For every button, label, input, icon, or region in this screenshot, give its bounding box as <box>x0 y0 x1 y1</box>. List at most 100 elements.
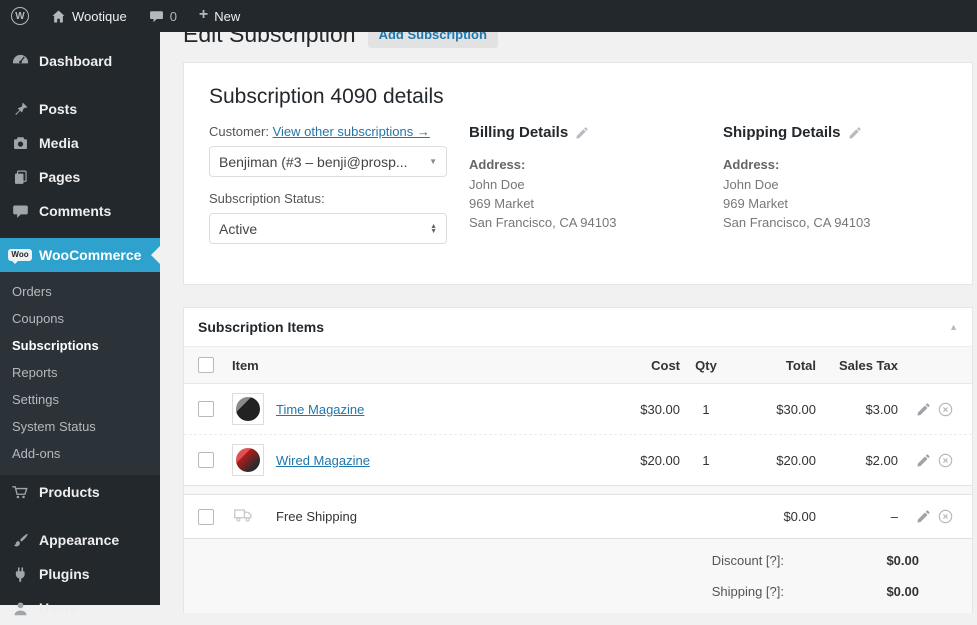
sidebar-item-label: WooCommerce <box>39 247 141 263</box>
pin-icon <box>10 99 30 119</box>
item-total: $30.00 <box>732 402 816 417</box>
sidebar-item-appearance[interactable]: Appearance <box>0 523 160 557</box>
billing-address-line: San Francisco, CA 94103 <box>469 213 723 232</box>
sidebar-item-label: Appearance <box>39 532 119 548</box>
status-label: Subscription Status: <box>209 191 469 206</box>
comments-admin-bar-link[interactable]: 0 <box>138 0 188 32</box>
delete-item-icon[interactable] <box>937 508 954 525</box>
subscription-items-header: Subscription Items ▲ <box>184 308 972 347</box>
sidebar-item-posts[interactable]: Posts <box>0 92 160 126</box>
wordpress-logo-menu[interactable]: W <box>0 0 40 32</box>
select-all-checkbox[interactable] <box>198 357 214 373</box>
shipping-truck-icon <box>232 504 276 529</box>
submenu-item-add-ons[interactable]: Add-ons <box>0 440 160 467</box>
edit-item-pencil-icon[interactable] <box>916 453 931 468</box>
delete-item-icon[interactable] <box>937 452 954 469</box>
item-cost: $30.00 <box>608 402 680 417</box>
item-qty: 1 <box>680 402 732 417</box>
comments-icon <box>10 201 30 221</box>
shipping-details-column: Shipping Details Address: John Doe 969 M… <box>723 124 947 258</box>
sidebar-item-dashboard[interactable]: Dashboard <box>0 44 160 78</box>
product-link[interactable]: Wired Magazine <box>276 453 370 468</box>
customer-select[interactable]: Benjiman (#3 – benji@prosp... ▼ <box>209 146 447 177</box>
admin-sidebar: Dashboard Posts Media Pages Comments Woo… <box>0 32 160 605</box>
site-name-link[interactable]: Wootique <box>40 0 138 32</box>
sidebar-item-label: Products <box>39 484 100 500</box>
view-other-subscriptions-link[interactable]: View other subscriptions → <box>273 124 430 139</box>
customer-column: Customer: View other subscriptions → Ben… <box>209 124 469 258</box>
submenu-item-settings[interactable]: Settings <box>0 386 160 413</box>
subscription-details-title: Subscription 4090 details <box>209 85 947 109</box>
new-content-menu[interactable]: + New <box>188 0 251 32</box>
billing-details-column: Billing Details Address: John Doe 969 Ma… <box>469 124 723 258</box>
column-item: Item <box>232 358 608 373</box>
submenu-item-subscriptions[interactable]: Subscriptions <box>0 332 160 359</box>
submenu-item-reports[interactable]: Reports <box>0 359 160 386</box>
shipping-address-label: Address: <box>723 157 947 172</box>
plus-icon: + <box>199 7 208 23</box>
shipping-method-name: Free Shipping <box>276 509 357 524</box>
item-qty: 1 <box>680 453 732 468</box>
submenu-item-orders[interactable]: Orders <box>0 278 160 305</box>
column-qty: Qty <box>680 358 732 373</box>
sidebar-item-plugins[interactable]: Plugins <box>0 557 160 591</box>
edit-item-pencil-icon[interactable] <box>916 402 931 417</box>
sidebar-item-woocommerce[interactable]: Woo WooCommerce <box>0 238 160 272</box>
new-label: New <box>214 9 240 24</box>
comment-bubble-icon <box>149 9 164 24</box>
customer-select-value: Benjiman (#3 – benji@prosp... <box>219 154 408 170</box>
product-thumbnail <box>232 444 276 476</box>
submenu-item-system-status[interactable]: System Status <box>0 413 160 440</box>
row-checkbox[interactable] <box>198 401 214 417</box>
wordpress-logo-icon: W <box>11 7 29 25</box>
product-thumbnail <box>232 393 276 425</box>
discount-label[interactable]: Discount [?]: <box>712 553 784 568</box>
billing-address-line: John Doe <box>469 175 723 194</box>
shipping-total-value: $0.00 <box>784 584 919 599</box>
item-cost: $20.00 <box>608 453 680 468</box>
edit-billing-pencil-icon[interactable] <box>575 126 589 140</box>
item-tax: $2.00 <box>816 453 898 468</box>
subscription-items-title: Subscription Items <box>198 319 324 335</box>
delete-item-icon[interactable] <box>937 401 954 418</box>
sidebar-item-pages[interactable]: Pages <box>0 160 160 194</box>
customer-label: Customer: <box>209 124 269 139</box>
cart-icon <box>10 482 30 502</box>
subscription-details-panel: Subscription 4090 details Customer: View… <box>183 62 973 285</box>
panel-collapse-icon[interactable]: ▲ <box>949 322 958 332</box>
row-checkbox[interactable] <box>198 452 214 468</box>
sidebar-item-label: Pages <box>39 169 80 185</box>
sidebar-item-label: Comments <box>39 203 111 219</box>
edit-shipping-pencil-icon[interactable] <box>848 126 862 140</box>
edit-item-pencil-icon[interactable] <box>916 509 931 524</box>
sidebar-item-products[interactable]: Products <box>0 475 160 509</box>
plug-icon <box>10 564 30 584</box>
shipping-address-line: John Doe <box>723 175 947 194</box>
items-table-header: Item Cost Qty Total Sales Tax <box>184 347 972 384</box>
sidebar-item-label: Dashboard <box>39 53 112 69</box>
shipping-section-separator <box>184 485 972 495</box>
order-totals-section: Discount [?]: $0.00 Shipping [?]: $0.00 <box>184 538 972 613</box>
total-row-shipping: Shipping [?]: $0.00 <box>184 576 972 607</box>
row-checkbox[interactable] <box>198 509 214 525</box>
sidebar-item-comments[interactable]: Comments <box>0 194 160 228</box>
admin-bar: W Wootique 0 + New <box>0 0 977 32</box>
brush-icon <box>10 530 30 550</box>
product-link[interactable]: Time Magazine <box>276 402 364 417</box>
billing-details-title: Billing Details <box>469 124 568 141</box>
column-total: Total <box>732 358 816 373</box>
subscription-items-panel: Subscription Items ▲ Item Cost Qty Total… <box>183 307 973 613</box>
column-sales-tax: Sales Tax <box>816 358 898 373</box>
customer-label-row: Customer: View other subscriptions → <box>209 124 469 139</box>
table-row: Wired Magazine $20.00 1 $20.00 $2.00 <box>184 434 972 485</box>
table-row: Time Magazine $30.00 1 $30.00 $3.00 <box>184 384 972 434</box>
shipping-total-label[interactable]: Shipping [?]: <box>712 584 784 599</box>
main-content: Edit Subscription Add Subscription Subsc… <box>160 0 977 613</box>
site-name-label: Wootique <box>72 9 127 24</box>
subscription-status-select[interactable]: Active ▲ ▼ <box>209 213 447 244</box>
sidebar-item-users[interactable]: Users <box>0 591 160 625</box>
submenu-item-coupons[interactable]: Coupons <box>0 305 160 332</box>
shipping-details-title: Shipping Details <box>723 124 841 141</box>
select-updown-icon: ▲ ▼ <box>430 224 437 234</box>
sidebar-item-media[interactable]: Media <box>0 126 160 160</box>
